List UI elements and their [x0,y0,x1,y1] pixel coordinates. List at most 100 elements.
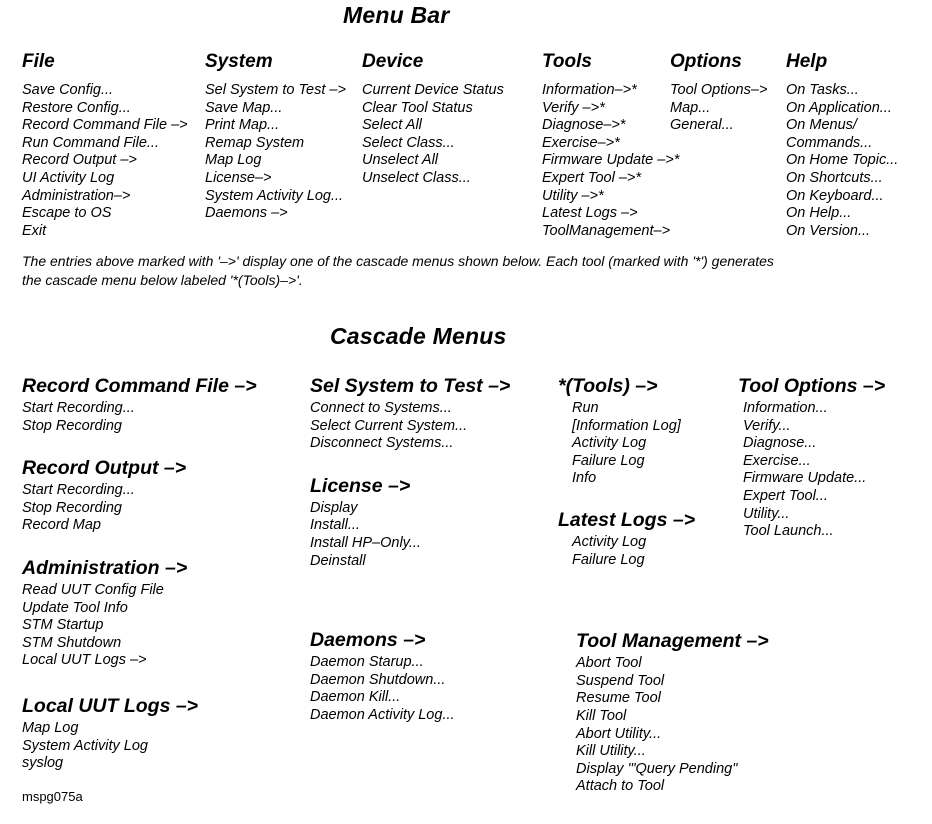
menu-item[interactable]: Exercise–>* [542,135,679,153]
menu-item[interactable]: Record Command File –> [22,117,188,135]
cascade-item[interactable]: STM Shutdown [22,635,257,653]
cascade-item[interactable]: Start Recording... [22,482,257,500]
cascade-item[interactable]: Kill Tool [576,708,769,726]
menu-item[interactable]: Map... [670,100,767,118]
menu-item[interactable]: Utility –>* [542,188,679,206]
cascade-group-tool-options: Tool Options –> Information... Verify...… [738,375,885,541]
menu-item[interactable]: Run Command File... [22,135,188,153]
cascade-item[interactable]: Attach to Tool [576,778,769,796]
menu-item[interactable]: Select Class... [362,135,504,153]
cascade-item[interactable]: Read UUT Config File [22,582,257,600]
menu-item[interactable]: Tool Options–> [670,82,767,100]
menu-item[interactable]: On Menus/ [786,117,898,135]
menu-item[interactable]: Diagnose–>* [542,117,679,135]
cascade-group-list: Daemon Starup... Daemon Shutdown... Daem… [310,654,510,724]
menu-column-file-header: File [22,51,55,72]
menu-item[interactable]: License–> [205,170,346,188]
cascade-item[interactable]: Diagnose... [743,435,885,453]
cascade-item[interactable]: Exercise... [743,453,885,471]
cascade-item[interactable]: Failure Log [572,552,769,570]
menu-column-device-header: Device [362,51,424,72]
cascade-item[interactable]: Utility... [743,506,885,524]
menu-item[interactable]: Expert Tool –>* [542,170,679,188]
cascade-item[interactable]: Verify... [743,418,885,436]
menu-item[interactable]: Remap System [205,135,346,153]
menu-bar-title: Menu Bar [343,2,450,28]
menu-item[interactable]: On Help... [786,205,898,223]
menu-item[interactable]: On Home Topic... [786,152,898,170]
cascade-item[interactable]: Daemon Activity Log... [310,707,510,725]
note-line: The entries above marked with '–>' displ… [22,253,774,269]
cascade-item[interactable]: Disconnect Systems... [310,435,510,453]
cascade-item[interactable]: Daemon Shutdown... [310,672,510,690]
menu-item[interactable]: System Activity Log... [205,188,346,206]
cascade-item[interactable]: Map Log [22,720,257,738]
menu-item[interactable]: On Tasks... [786,82,898,100]
menu-item[interactable]: Sel System to Test –> [205,82,346,100]
cascade-item[interactable]: Kill Utility... [576,743,769,761]
cascade-item[interactable]: Information... [743,400,885,418]
cascade-item[interactable]: Stop Recording [22,500,257,518]
menu-item[interactable]: Latest Logs –> [542,205,679,223]
menu-item[interactable]: Record Output –> [22,152,188,170]
menu-item[interactable]: Administration–> [22,188,188,206]
menu-column-system-header: System [205,51,273,72]
menu-item[interactable]: Unselect All [362,152,504,170]
menu-item[interactable]: On Shortcuts... [786,170,898,188]
menu-item[interactable]: Daemons –> [205,205,346,223]
cascade-item[interactable]: Start Recording... [22,400,257,418]
cascade-item[interactable]: syslog [22,755,257,773]
menu-item[interactable]: Firmware Update –>* [542,152,679,170]
menu-item[interactable]: On Application... [786,100,898,118]
cascade-item[interactable]: Abort Tool [576,655,769,673]
cascade-item[interactable]: Display [310,500,510,518]
cascade-item[interactable]: STM Startup [22,617,257,635]
cascade-item[interactable]: Update Tool Info [22,600,257,618]
menu-item[interactable]: Restore Config... [22,100,188,118]
cascade-item[interactable]: Daemon Kill... [310,689,510,707]
menu-item[interactable]: Print Map... [205,117,346,135]
menu-item[interactable]: Verify –>* [542,100,679,118]
menu-column-file-list: Save Config... Restore Config... Record … [22,82,188,240]
explanatory-note: The entries above marked with '–>' displ… [22,252,902,289]
menu-item[interactable]: Map Log [205,152,346,170]
cascade-item[interactable]: Daemon Starup... [310,654,510,672]
menu-item[interactable]: Save Config... [22,82,188,100]
menu-item[interactable]: Select All [362,117,504,135]
menu-item[interactable]: Exit [22,223,188,241]
cascade-group-header: Daemons –> [310,629,426,652]
cascade-group-header: Administration –> [22,556,188,579]
menu-item-continuation[interactable]: Commands... [786,135,898,153]
menu-item[interactable]: Save Map... [205,100,346,118]
menu-column-tools-list: Information–>* Verify –>* Diagnose–>* Ex… [542,82,679,240]
menu-item[interactable]: On Keyboard... [786,188,898,206]
cascade-item[interactable]: Abort Utility... [576,726,769,744]
menu-item[interactable]: Clear Tool Status [362,100,504,118]
cascade-item[interactable]: Install... [310,517,510,535]
menu-item[interactable]: General... [670,117,767,135]
cascade-item[interactable]: Connect to Systems... [310,400,510,418]
menu-item[interactable]: Escape to OS [22,205,188,223]
cascade-item[interactable]: Expert Tool... [743,488,885,506]
cascade-item[interactable]: Local UUT Logs –> [22,652,257,670]
figure-page: { "figure": { "id_label": "mspg075a" }, … [0,0,932,824]
cascade-item[interactable]: Install HP–Only... [310,535,510,553]
menu-item[interactable]: UI Activity Log [22,170,188,188]
cascade-item[interactable]: Firmware Update... [743,470,885,488]
menu-item[interactable]: Current Device Status [362,82,504,100]
cascade-item[interactable]: Suspend Tool [576,673,769,691]
cascade-item[interactable]: Select Current System... [310,418,510,436]
menu-item[interactable]: ToolManagement–> [542,223,679,241]
cascade-item[interactable]: Stop Recording [22,418,257,436]
cascade-item[interactable]: System Activity Log [22,738,257,756]
menu-item[interactable]: Information–>* [542,82,679,100]
menu-item[interactable]: On Version... [786,223,898,241]
cascade-item[interactable]: Record Map [22,517,257,535]
menu-item[interactable]: Unselect Class... [362,170,504,188]
note-line: the cascade menu below labeled '*(Tools)… [22,271,303,288]
cascade-item[interactable]: Display '"Query Pending" [576,761,769,779]
cascade-group-list: Display Install... Install HP–Only... De… [310,500,510,570]
cascade-item[interactable]: Resume Tool [576,690,769,708]
cascade-item[interactable]: Deinstall [310,553,510,571]
cascade-item[interactable]: Tool Launch... [743,523,885,541]
